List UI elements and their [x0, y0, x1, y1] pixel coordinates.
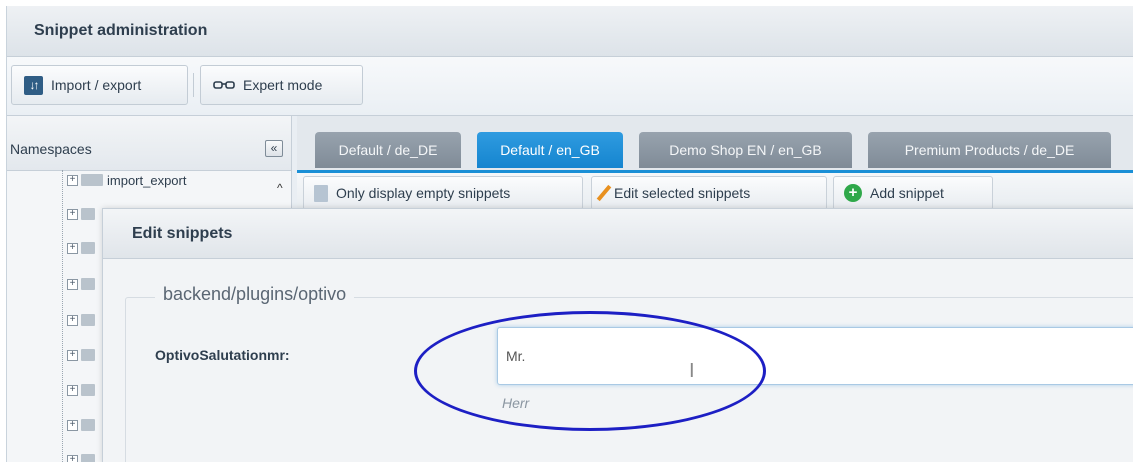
tree-guide-line	[62, 170, 63, 462]
tab-premium-products[interactable]: Premium Products / de_DE	[868, 132, 1111, 168]
salutation-hint: Herr	[502, 395, 530, 411]
tree-item[interactable]: +	[67, 274, 95, 294]
dialog-title: Edit snippets	[132, 225, 233, 242]
tree-item[interactable]: +	[67, 380, 95, 400]
tree-item[interactable]: +	[67, 238, 95, 258]
document-icon	[314, 184, 328, 202]
salutation-input[interactable]	[497, 327, 1133, 385]
edit-selected-label: Edit selected snippets	[614, 185, 751, 201]
tab-default-de[interactable]: Default / de_DE	[315, 132, 461, 168]
dialog-body: backend/plugins/optivo OptivoSalutationm…	[103, 259, 1133, 462]
add-snippet-label: Add snippet	[870, 185, 944, 201]
folder-icon	[81, 454, 95, 462]
expand-icon[interactable]: +	[67, 242, 78, 254]
folder-icon	[81, 242, 95, 254]
expand-icon[interactable]: +	[67, 208, 78, 220]
tree-item-label: import_export	[107, 172, 187, 188]
tree-item[interactable]: +	[67, 415, 95, 435]
scroll-up-arrow[interactable]: ^	[277, 181, 283, 195]
expand-icon[interactable]: +	[67, 174, 78, 186]
tree-item[interactable]: +	[67, 204, 95, 224]
snippet-toolbar: Only display empty snippets Edit selecte…	[297, 173, 1133, 211]
edit-snippets-dialog: Edit snippets backend/plugins/optivo Opt…	[102, 208, 1133, 462]
expand-icon[interactable]: +	[67, 349, 78, 361]
only-empty-label: Only display empty snippets	[336, 185, 511, 201]
expert-mode-label: Expert mode	[243, 77, 323, 93]
salutation-field-label: OptivoSalutationmr:	[155, 347, 290, 363]
glasses-icon	[213, 81, 235, 89]
expand-icon[interactable]: +	[67, 454, 78, 462]
sidebar-title: Namespaces	[10, 141, 92, 157]
tab-default-en[interactable]: Default / en_GB	[477, 132, 623, 168]
folder-icon	[81, 349, 95, 361]
only-empty-button[interactable]: Only display empty snippets	[303, 176, 583, 210]
snippet-admin-window: Snippet administration ↓↑ Import / expor…	[6, 6, 1133, 462]
tree-item[interactable]: +	[67, 450, 95, 462]
collapse-sidebar-button[interactable]: «	[265, 140, 283, 157]
folder-icon	[81, 208, 95, 220]
folder-icon	[81, 314, 95, 326]
add-icon: +	[844, 184, 862, 202]
folder-icon	[81, 419, 95, 431]
add-snippet-button[interactable]: + Add snippet	[833, 176, 993, 210]
tree-item[interactable]: +	[67, 345, 95, 365]
sidebar-header: Namespaces «	[7, 116, 291, 171]
expand-icon[interactable]: +	[67, 384, 78, 396]
window-title: Snippet administration	[34, 22, 208, 39]
window-title-bar: Snippet administration	[7, 6, 1133, 57]
main-toolbar: ↓↑ Import / export Expert mode	[7, 57, 1133, 116]
edit-selected-button[interactable]: Edit selected snippets	[591, 176, 827, 210]
folder-icon	[81, 384, 95, 396]
pencil-icon	[596, 184, 612, 202]
dialog-header: Edit snippets	[103, 209, 1133, 259]
expert-mode-button[interactable]: Expert mode	[200, 65, 363, 105]
import-export-label: Import / export	[51, 77, 142, 93]
expand-icon[interactable]: +	[67, 314, 78, 326]
folder-icon	[81, 278, 95, 290]
expand-icon[interactable]: +	[67, 419, 78, 431]
import-export-button[interactable]: ↓↑ Import / export	[11, 65, 188, 105]
text-cursor-icon: I	[689, 360, 695, 382]
shop-tabs: Default / de_DE Default / en_GB Demo Sho…	[297, 116, 1133, 173]
tree-item[interactable]: +	[67, 310, 95, 330]
import-export-icon: ↓↑	[24, 75, 43, 95]
toolbar-separator	[193, 73, 194, 97]
tab-demo-shop[interactable]: Demo Shop EN / en_GB	[639, 132, 852, 168]
namespace-legend: backend/plugins/optivo	[155, 284, 355, 305]
expand-icon[interactable]: +	[67, 278, 78, 290]
tree-item-import-export[interactable]: + import_export	[67, 170, 186, 190]
folder-icon	[81, 174, 103, 186]
